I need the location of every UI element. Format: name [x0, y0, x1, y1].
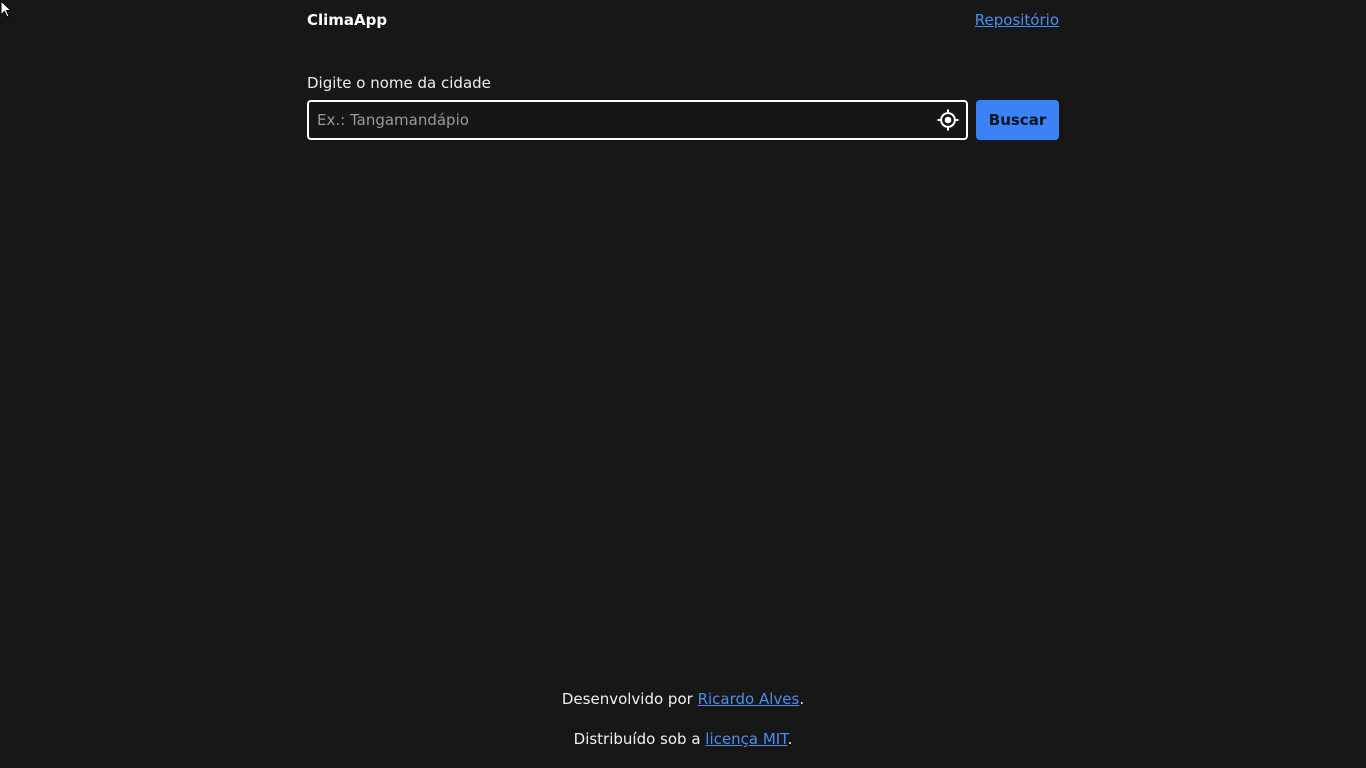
repository-link[interactable]: Repositório	[975, 11, 1059, 29]
city-search-input[interactable]	[309, 102, 966, 138]
footer-license: Distribuído sob a licença MIT.	[0, 730, 1366, 748]
page: ClimaApp Repositório Digite o nome da ci…	[0, 0, 1366, 768]
footer-credits: Desenvolvido por Ricardo Alves.	[0, 690, 1366, 708]
search-button[interactable]: Buscar	[976, 100, 1059, 140]
license-link[interactable]: licença MIT	[705, 730, 787, 748]
footer-developed-suffix: .	[799, 690, 805, 708]
crosshair-target-icon[interactable]	[937, 109, 959, 131]
search-form: Buscar	[307, 100, 1059, 140]
developer-link[interactable]: Ricardo Alves	[698, 690, 800, 708]
footer-license-prefix: Distribuído sob a	[573, 730, 706, 748]
app-title: ClimaApp	[307, 11, 388, 29]
city-input-wrapper	[307, 100, 968, 140]
city-search-label: Digite o nome da cidade	[307, 74, 491, 92]
footer-license-suffix: .	[787, 730, 793, 748]
footer-developed-prefix: Desenvolvido por	[561, 690, 698, 708]
app-header: ClimaApp Repositório	[307, 8, 1059, 32]
mouse-cursor-icon	[0, 0, 12, 18]
